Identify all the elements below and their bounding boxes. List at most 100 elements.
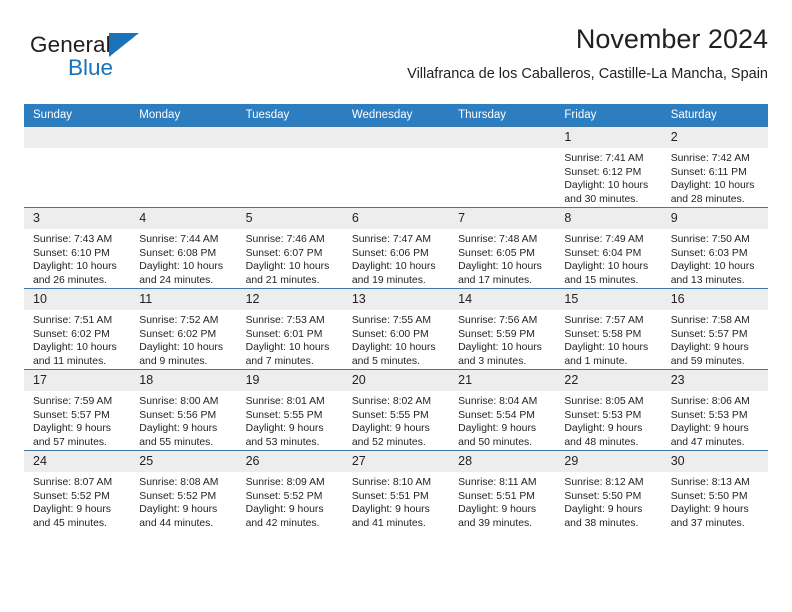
calendar-day-cell[interactable]: 12 Sunrise: 7:53 AM Sunset: 6:01 PM Dayligh… (236, 288, 343, 370)
daylight-duration-line1: Daylight: 9 hours (139, 423, 218, 435)
calendar-day-cell[interactable]: 22 Sunrise: 8:05 AM Sunset: 5:53 PM Dayligh… (555, 369, 662, 451)
calendar-day-cell[interactable]: 10 Sunrise: 7:51 AM Sunset: 6:02 PM Dayligh… (24, 288, 131, 370)
weekday-header-thursday: Thursday (449, 104, 556, 127)
calendar-day-cell[interactable]: 9 Sunrise: 7:50 AM Sunset: 6:03 PM Daylight… (661, 207, 768, 289)
daylight-duration-line2: and 1 minute. (564, 355, 628, 367)
calendar-day-cell[interactable]: 5 Sunrise: 7:46 AM Sunset: 6:07 PM Daylight… (236, 207, 343, 289)
calendar-day-cell[interactable]: 20 Sunrise: 8:02 AM Sunset: 5:55 PM Dayligh… (342, 369, 450, 451)
daylight-duration-line2: and 26 minutes. (33, 274, 107, 286)
calendar-day-cell[interactable]: 2 Sunrise: 7:42 AM Sunset: 6:11 PM Daylight… (661, 126, 768, 208)
day-details: Sunrise: 8:09 AM Sunset: 5:52 PM Daylight:… (237, 472, 343, 530)
daylight-duration-line2: and 47 minutes. (670, 436, 745, 448)
calendar-page: General Blue November 2024 Villafranca d… (0, 0, 792, 612)
daylight-duration-line2: and 53 minutes. (245, 436, 320, 448)
calendar-day-cell[interactable]: 8 Sunrise: 7:49 AM Sunset: 6:04 PM Daylight… (555, 207, 662, 289)
calendar-day-cell[interactable]: 30 Sunrise: 8:13 AM Sunset: 5:50 PM Dayligh… (661, 450, 768, 531)
calendar-day-cell[interactable]: 6 Sunrise: 7:47 AM Sunset: 6:06 PM Daylight… (342, 207, 450, 289)
sunset-time: Sunset: 5:51 PM (351, 490, 429, 502)
day-number: 8 (555, 208, 662, 229)
calendar-day-cell[interactable]: 24 Sunrise: 8:07 AM Sunset: 5:52 PM Dayligh… (24, 450, 131, 531)
calendar-day-cell[interactable]: 23 Sunrise: 8:06 AM Sunset: 5:53 PM Dayligh… (661, 369, 768, 451)
sunrise-time: Sunrise: 8:01 AM (245, 396, 325, 407)
day-details: Sunrise: 8:01 AM Sunset: 5:55 PM Daylight:… (237, 391, 343, 449)
sunset-time: Sunset: 6:02 PM (139, 328, 217, 340)
daylight-duration-line1: Daylight: 10 hours (33, 261, 117, 273)
calendar-day-cell[interactable]: 14 Sunrise: 7:56 AM Sunset: 5:59 PM Dayligh… (449, 288, 556, 370)
day-number: 12 (236, 289, 343, 310)
calendar-day-cell[interactable]: 18 Sunrise: 8:00 AM Sunset: 5:56 PM Dayligh… (130, 369, 237, 451)
calendar-day-cell[interactable]: 16 Sunrise: 7:58 AM Sunset: 5:57 PM Dayligh… (661, 288, 768, 370)
daylight-duration-line1: Daylight: 10 hours (564, 261, 649, 273)
day-number: 5 (236, 208, 343, 229)
sunrise-time: Sunrise: 8:05 AM (564, 396, 644, 407)
day-details: Sunrise: 8:06 AM Sunset: 5:53 PM Daylight:… (662, 391, 768, 449)
calendar-week-row: 24 Sunrise: 8:07 AM Sunset: 5:52 PM Dayligh… (24, 450, 768, 531)
day-number: 10 (24, 289, 131, 310)
sunset-time: Sunset: 6:11 PM (670, 166, 747, 178)
sunrise-time: Sunrise: 8:02 AM (351, 396, 431, 407)
calendar-day-cell[interactable]: 1 Sunrise: 7:41 AM Sunset: 6:12 PM Daylight… (555, 126, 662, 208)
daylight-duration-line2: and 13 minutes. (670, 274, 745, 286)
sunset-time: Sunset: 6:06 PM (351, 247, 429, 259)
calendar-day-cell[interactable]: 3 Sunrise: 7:43 AM Sunset: 6:10 PM Daylight… (24, 207, 131, 289)
sunset-time: Sunset: 5:52 PM (33, 490, 110, 502)
sunset-time: Sunset: 6:03 PM (670, 247, 748, 259)
sunrise-time: Sunrise: 8:13 AM (670, 477, 750, 488)
sunset-time: Sunset: 6:01 PM (245, 328, 323, 340)
daylight-duration-line1: Daylight: 10 hours (351, 261, 436, 273)
day-details: Sunrise: 7:46 AM Sunset: 6:07 PM Daylight:… (237, 229, 343, 287)
sunrise-time: Sunrise: 8:04 AM (458, 396, 538, 407)
calendar-day-cell[interactable]: 13 Sunrise: 7:55 AM Sunset: 6:00 PM Dayligh… (342, 288, 450, 370)
calendar-day-cell[interactable]: 27 Sunrise: 8:10 AM Sunset: 5:51 PM Dayligh… (342, 450, 450, 531)
day-number: 14 (449, 289, 556, 310)
sunrise-time: Sunrise: 8:08 AM (139, 477, 219, 488)
sunset-time: Sunset: 6:04 PM (564, 247, 642, 259)
sunrise-time: Sunrise: 7:56 AM (458, 315, 538, 326)
day-details: Sunrise: 8:05 AM Sunset: 5:53 PM Daylight:… (555, 391, 661, 449)
sunrise-time: Sunrise: 8:09 AM (245, 477, 325, 488)
sunrise-time: Sunrise: 7:52 AM (139, 315, 219, 326)
daylight-duration-line2: and 21 minutes. (245, 274, 320, 286)
weekday-header-saturday: Saturday (661, 104, 768, 127)
sunrise-time: Sunrise: 8:11 AM (458, 477, 537, 488)
calendar-day-cell[interactable]: 11 Sunrise: 7:52 AM Sunset: 6:02 PM Dayligh… (130, 288, 237, 370)
calendar-day-cell[interactable]: 4 Sunrise: 7:44 AM Sunset: 6:08 PM Daylight… (130, 207, 237, 289)
daylight-duration-line1: Daylight: 9 hours (245, 504, 324, 516)
day-number (236, 127, 343, 148)
daylight-duration-line1: Daylight: 9 hours (670, 342, 749, 354)
sunset-time: Sunset: 5:52 PM (139, 490, 217, 502)
day-details: Sunrise: 7:47 AM Sunset: 6:06 PM Daylight:… (343, 229, 449, 287)
daylight-duration-line2: and 57 minutes. (33, 436, 107, 448)
sunrise-time: Sunrise: 7:50 AM (670, 234, 750, 245)
day-number: 18 (130, 370, 237, 391)
general-blue-logo[interactable]: General Blue (30, 32, 210, 90)
calendar-day-cell[interactable]: 19 Sunrise: 8:01 AM Sunset: 5:55 PM Dayligh… (236, 369, 343, 451)
calendar-day-cell[interactable]: 7 Sunrise: 7:48 AM Sunset: 6:05 PM Daylight… (449, 207, 556, 289)
daylight-duration-line2: and 19 minutes. (351, 274, 426, 286)
sunset-time: Sunset: 5:51 PM (458, 490, 535, 502)
sunrise-time: Sunrise: 7:55 AM (351, 315, 431, 326)
daylight-duration-line2: and 50 minutes. (458, 436, 533, 448)
sunset-time: Sunset: 5:53 PM (670, 409, 748, 421)
daylight-duration-line2: and 30 minutes. (564, 193, 639, 205)
calendar-day-cell[interactable]: 25 Sunrise: 8:08 AM Sunset: 5:52 PM Dayligh… (130, 450, 237, 531)
calendar-day-cell[interactable]: 26 Sunrise: 8:09 AM Sunset: 5:52 PM Dayligh… (236, 450, 343, 531)
sunset-time: Sunset: 5:58 PM (564, 328, 642, 340)
sunrise-time: Sunrise: 7:48 AM (458, 234, 538, 245)
sunset-time: Sunset: 6:02 PM (33, 328, 110, 340)
day-details: Sunrise: 8:04 AM Sunset: 5:54 PM Daylight:… (449, 391, 555, 449)
day-number: 6 (342, 208, 450, 229)
sunrise-time: Sunrise: 7:42 AM (670, 153, 750, 164)
calendar-day-cell[interactable]: 21 Sunrise: 8:04 AM Sunset: 5:54 PM Dayligh… (449, 369, 556, 451)
calendar-day-cell[interactable]: 29 Sunrise: 8:12 AM Sunset: 5:50 PM Dayligh… (555, 450, 662, 531)
sunrise-time: Sunrise: 7:41 AM (564, 153, 644, 164)
calendar-day-cell[interactable]: 15 Sunrise: 7:57 AM Sunset: 5:58 PM Dayligh… (555, 288, 662, 370)
weekday-header-row: Sunday Monday Tuesday Wednesday Thursday… (24, 104, 768, 127)
day-number: 30 (661, 451, 768, 472)
calendar-day-cell[interactable]: 17 Sunrise: 7:59 AM Sunset: 5:57 PM Dayligh… (24, 369, 131, 451)
calendar-day-cell[interactable]: 28 Sunrise: 8:11 AM Sunset: 5:51 PM Dayligh… (449, 450, 556, 531)
sunset-time: Sunset: 6:08 PM (139, 247, 217, 259)
day-number: 16 (661, 289, 768, 310)
day-details: Sunrise: 8:00 AM Sunset: 5:56 PM Daylight:… (130, 391, 236, 449)
day-details: Sunrise: 7:59 AM Sunset: 5:57 PM Daylight:… (24, 391, 130, 449)
